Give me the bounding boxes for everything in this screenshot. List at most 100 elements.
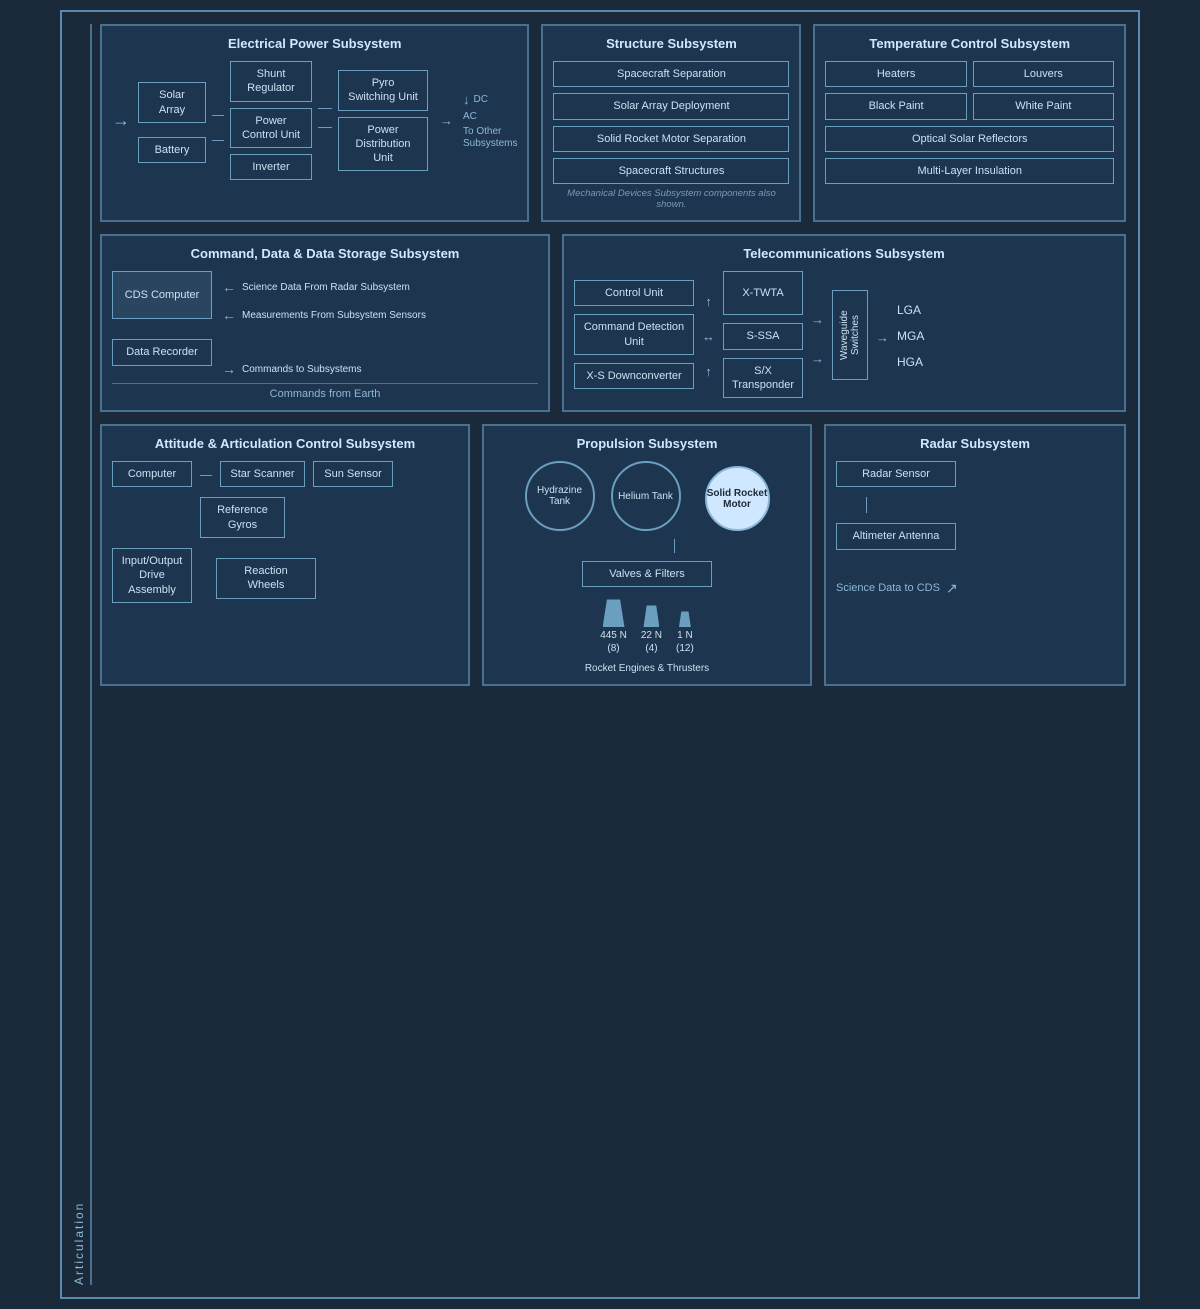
pcu-label: Power Control Unit — [242, 115, 300, 141]
temp-section: Temperature Control Subsystem Heaters Lo… — [813, 24, 1126, 222]
engine-1-group: 1 N(12) — [676, 611, 694, 655]
xs-downconverter-box: X-S Downconverter — [574, 363, 694, 389]
hydrazine-label: Hydrazine Tank — [527, 485, 593, 507]
battery-box: Battery — [138, 137, 206, 163]
telecom-section: Telecommunications Subsystem Control Uni… — [562, 234, 1126, 412]
power-distribution-box: Power Distribution Unit — [338, 117, 428, 172]
reaction-wheels-box: Reaction Wheels — [216, 558, 316, 599]
valves-filters-box: Valves & Filters — [582, 561, 712, 587]
cds-title: Command, Data & Data Storage Subsystem — [112, 246, 538, 261]
altimeter-antenna-box: Altimeter Antenna — [836, 523, 956, 549]
commands-to-row: → Commands to Subsystems — [222, 361, 426, 377]
spacecraft-structures-box: Spacecraft Structures — [553, 158, 789, 184]
measurements-row: ← Measurements From Subsystem Sensors — [222, 307, 426, 323]
xs-downconverter-label: X-S Downconverter — [586, 370, 681, 382]
multi-layer-box: Multi-Layer Insulation — [825, 158, 1114, 184]
louvers-box: Louvers — [973, 61, 1114, 87]
science-data-row: ← Science Data From Radar Subsystem — [222, 279, 426, 295]
white-paint-label: White Paint — [1015, 100, 1071, 112]
aacs-computer-label: Computer — [128, 468, 176, 480]
aacs-section: Attitude & Articulation Control Subsyste… — [100, 424, 470, 686]
inverter-box: Inverter — [230, 154, 312, 180]
propulsion-section: Propulsion Subsystem Hydrazine Tank Heli… — [482, 424, 812, 686]
temp-title: Temperature Control Subsystem — [825, 36, 1114, 51]
pdu-label: Power Distribution Unit — [355, 124, 410, 165]
sx-transponder-label: S/X Transponder — [732, 365, 794, 391]
structure-list: Spacecraft Separation Solar Array Deploy… — [553, 61, 789, 184]
lga-label: LGA — [897, 303, 924, 317]
telecom-title: Telecommunications Subsystem — [574, 246, 1114, 261]
waveguide-box: Waveguide Switches — [832, 290, 868, 380]
x-twta-label: X-TWTA — [742, 287, 783, 299]
heaters-box: Heaters — [825, 61, 966, 87]
command-detection-label: Command Detection Unit — [584, 321, 684, 347]
cds-computer-box: CDS Computer — [112, 271, 212, 319]
power-control-box: Power Control Unit — [230, 108, 312, 149]
to-other-subsystems: To Other Subsystems — [463, 126, 517, 150]
sun-sensor-label: Sun Sensor — [324, 468, 381, 480]
black-paint-label: Black Paint — [869, 100, 924, 112]
s-ssa-box: S-SSA — [723, 323, 803, 349]
star-scanner-label: Star Scanner — [230, 468, 294, 480]
spacecraft-separation-box: Spacecraft Separation — [553, 61, 789, 87]
louvers-label: Louvers — [1024, 68, 1063, 80]
data-recorder-box: Data Recorder — [112, 339, 212, 365]
multi-layer-label: Multi-Layer Insulation — [917, 165, 1022, 177]
input-output-label: Input/Output Drive Assembly — [122, 555, 183, 596]
radar-sensor-label: Radar Sensor — [862, 468, 930, 480]
control-unit-label: Control Unit — [605, 287, 663, 299]
ac-label: AC — [463, 111, 477, 122]
optical-reflectors-label: Optical Solar Reflectors — [912, 133, 1028, 145]
mga-label: MGA — [897, 329, 924, 343]
black-paint-box: Black Paint — [825, 93, 966, 119]
s-ssa-label: S-SSA — [746, 330, 779, 342]
dc-label: DC — [474, 94, 488, 105]
commands-from-earth: Commands from Earth — [112, 383, 538, 400]
data-recorder-label: Data Recorder — [126, 346, 198, 358]
engine-22-label: 22 N(4) — [641, 629, 662, 655]
pyro-switching-box: Pyro Switching Unit — [338, 70, 428, 111]
star-scanner-box: Star Scanner — [220, 461, 305, 487]
shunt-regulator-box: Shunt Regulator — [230, 61, 312, 102]
solar-array-label: Solar Array — [159, 89, 185, 115]
radar-title: Radar Subsystem — [836, 436, 1114, 451]
engine-445-label: 445 N(8) — [600, 629, 627, 655]
reference-gyros-box: Reference Gyros — [200, 497, 285, 538]
sun-sensor-box: Sun Sensor — [313, 461, 393, 487]
solid-rocket-motor-box: Solid Rocket Motor Separation — [553, 126, 789, 152]
helium-label: Helium Tank — [618, 491, 673, 502]
commands-from-label: Commands from Earth — [270, 388, 381, 400]
spacecraft-diagram: Articulation Electrical Power Subsystem … — [60, 10, 1140, 1299]
hga-label: HGA — [897, 355, 924, 369]
shunt-regulator-label: Shunt Regulator — [247, 68, 295, 94]
radar-sensor-box: Radar Sensor — [836, 461, 956, 487]
science-data-to-cds: Science Data to CDS ↗ — [836, 580, 958, 597]
eps-section: Electrical Power Subsystem → Solar Array — [100, 24, 529, 222]
solid-rocket-label: Solid Rocket Motor — [707, 488, 768, 510]
articulation-container: Articulation — [70, 20, 94, 1289]
sx-transponder-box: S/X Transponder — [723, 358, 803, 399]
altimeter-antenna-label: Altimeter Antenna — [853, 530, 940, 542]
waveguide-label: Waveguide Switches — [839, 297, 861, 373]
inverter-label: Inverter — [252, 161, 289, 173]
aacs-title: Attitude & Articulation Control Subsyste… — [112, 436, 458, 451]
hydrazine-tank: Hydrazine Tank — [525, 461, 595, 531]
radar-section: Radar Subsystem Radar Sensor Altimeter A… — [824, 424, 1126, 686]
cds-section: Command, Data & Data Storage Subsystem C… — [100, 234, 550, 412]
structure-title: Structure Subsystem — [553, 36, 789, 51]
articulation-label: Articulation — [72, 24, 92, 1285]
structure-note: Mechanical Devices Subsystem components … — [553, 188, 789, 210]
command-detection-box: Command Detection Unit — [574, 314, 694, 355]
optical-reflectors-box: Optical Solar Reflectors — [825, 126, 1114, 152]
control-unit-box: Control Unit — [574, 280, 694, 306]
engine-1-label: 1 N(12) — [676, 629, 694, 655]
valves-filters-label: Valves & Filters — [609, 568, 685, 580]
battery-label: Battery — [155, 144, 190, 156]
helium-tank: Helium Tank — [611, 461, 681, 531]
reaction-wheels-label: Reaction Wheels — [244, 565, 287, 591]
rocket-engines-label: Rocket Engines & Thrusters — [585, 663, 709, 674]
science-data-to-label: Science Data to CDS — [836, 582, 940, 594]
input-output-box: Input/Output Drive Assembly — [112, 548, 192, 603]
solar-array-box: Solar Array — [138, 82, 206, 123]
science-data-label: Science Data From Radar Subsystem — [242, 282, 410, 293]
